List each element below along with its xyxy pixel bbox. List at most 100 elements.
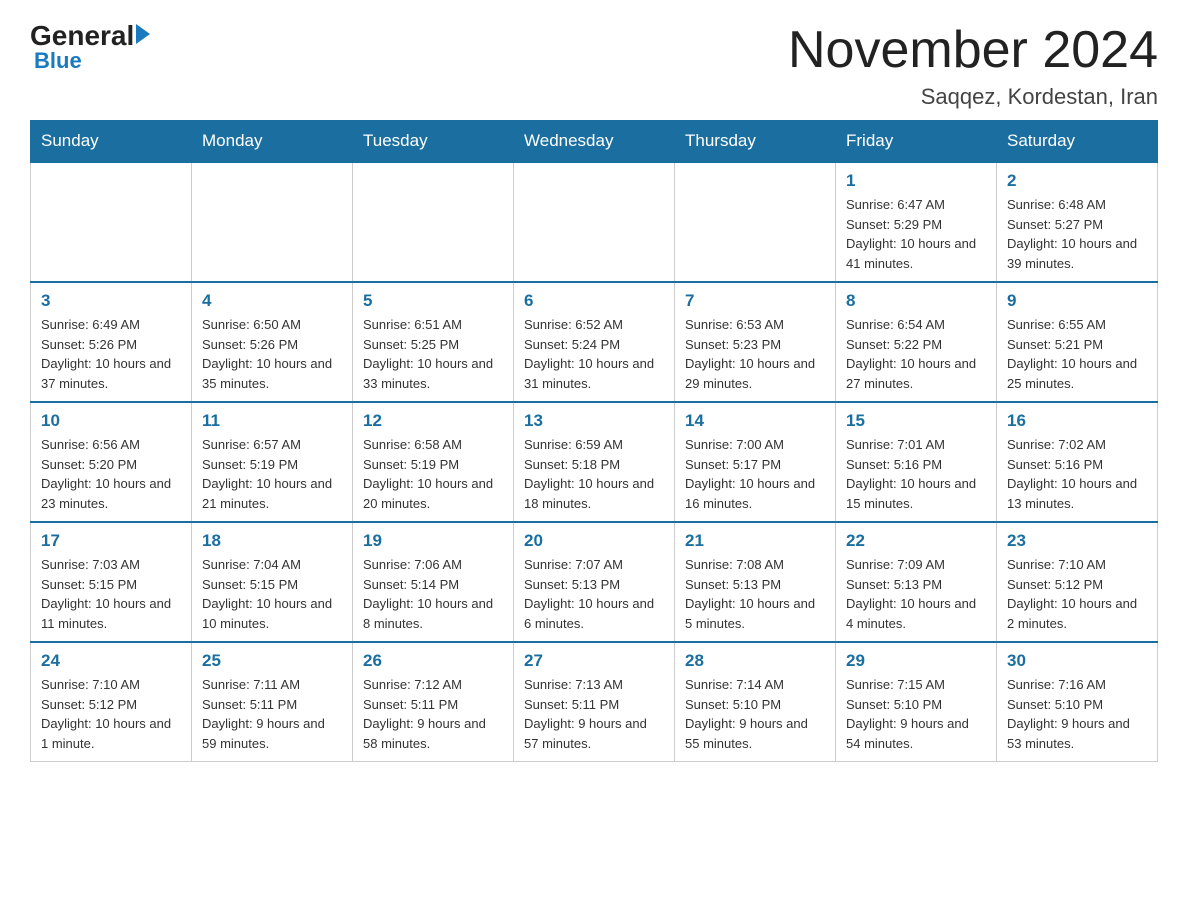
day-number: 4 [202, 291, 342, 311]
day-info: Sunrise: 6:59 AMSunset: 5:18 PMDaylight:… [524, 435, 664, 513]
day-info: Sunrise: 7:01 AMSunset: 5:16 PMDaylight:… [846, 435, 986, 513]
weekday-header-saturday: Saturday [997, 121, 1158, 163]
day-info: Sunrise: 7:07 AMSunset: 5:13 PMDaylight:… [524, 555, 664, 633]
day-info: Sunrise: 6:52 AMSunset: 5:24 PMDaylight:… [524, 315, 664, 393]
day-number: 13 [524, 411, 664, 431]
calendar-cell: 28Sunrise: 7:14 AMSunset: 5:10 PMDayligh… [675, 642, 836, 762]
logo-arrow-icon [136, 24, 150, 44]
day-number: 7 [685, 291, 825, 311]
calendar-cell: 11 Sunrise: 6:57 AMSunset: 5:19 PMDayligh… [192, 402, 353, 522]
day-number: 1 [846, 171, 986, 191]
day-number: 21 [685, 531, 825, 551]
calendar-cell: 25 Sunrise: 7:11 AMSunset: 5:11 PMDayligh… [192, 642, 353, 762]
day-number: 20 [524, 531, 664, 551]
calendar-cell: 12 Sunrise: 6:58 AMSunset: 5:19 PMDayligh… [353, 402, 514, 522]
day-info: Sunrise: 6:49 AMSunset: 5:26 PMDaylight:… [41, 315, 181, 393]
day-number: 5 [363, 291, 503, 311]
week-row-1: 1 Sunrise: 6:47 AMSunset: 5:29 PMDaylight… [31, 162, 1158, 282]
day-info: Sunrise: 7:11 AMSunset: 5:11 PMDaylight:… [202, 675, 342, 753]
calendar-subtitle: Saqqez, Kordestan, Iran [788, 84, 1158, 110]
weekday-header-wednesday: Wednesday [514, 121, 675, 163]
day-number: 29 [846, 651, 986, 671]
day-info: Sunrise: 7:15 AMSunset: 5:10 PMDaylight:… [846, 675, 986, 753]
day-info: Sunrise: 6:50 AMSunset: 5:26 PMDaylight:… [202, 315, 342, 393]
day-info: Sunrise: 7:10 AMSunset: 5:12 PMDaylight:… [41, 675, 181, 753]
day-info: Sunrise: 6:57 AMSunset: 5:19 PMDaylight:… [202, 435, 342, 513]
day-info: Sunrise: 6:53 AMSunset: 5:23 PMDaylight:… [685, 315, 825, 393]
calendar-cell: 6 Sunrise: 6:52 AMSunset: 5:24 PMDaylight… [514, 282, 675, 402]
day-number: 23 [1007, 531, 1147, 551]
calendar-cell: 14 Sunrise: 7:00 AMSunset: 5:17 PMDayligh… [675, 402, 836, 522]
calendar-cell: 7 Sunrise: 6:53 AMSunset: 5:23 PMDaylight… [675, 282, 836, 402]
weekday-header-thursday: Thursday [675, 121, 836, 163]
day-info: Sunrise: 7:00 AMSunset: 5:17 PMDaylight:… [685, 435, 825, 513]
page-header: General Blue November 2024 Saqqez, Korde… [30, 20, 1158, 110]
day-info: Sunrise: 6:47 AMSunset: 5:29 PMDaylight:… [846, 195, 986, 273]
day-number: 18 [202, 531, 342, 551]
calendar-cell: 5Sunrise: 6:51 AMSunset: 5:25 PMDaylight… [353, 282, 514, 402]
calendar-cell: 23 Sunrise: 7:10 AMSunset: 5:12 PMDayligh… [997, 522, 1158, 642]
calendar-cell: 9Sunrise: 6:55 AMSunset: 5:21 PMDaylight… [997, 282, 1158, 402]
calendar-cell: 17Sunrise: 7:03 AMSunset: 5:15 PMDayligh… [31, 522, 192, 642]
day-number: 8 [846, 291, 986, 311]
day-info: Sunrise: 7:02 AMSunset: 5:16 PMDaylight:… [1007, 435, 1147, 513]
calendar-cell: 24 Sunrise: 7:10 AMSunset: 5:12 PMDayligh… [31, 642, 192, 762]
calendar-table: SundayMondayTuesdayWednesdayThursdayFrid… [30, 120, 1158, 762]
day-number: 24 [41, 651, 181, 671]
day-info: Sunrise: 7:16 AMSunset: 5:10 PMDaylight:… [1007, 675, 1147, 753]
day-number: 22 [846, 531, 986, 551]
calendar-cell [514, 162, 675, 282]
day-info: Sunrise: 6:54 AMSunset: 5:22 PMDaylight:… [846, 315, 986, 393]
day-number: 15 [846, 411, 986, 431]
day-number: 6 [524, 291, 664, 311]
logo-blue: Blue [34, 48, 82, 74]
day-number: 26 [363, 651, 503, 671]
calendar-cell: 18 Sunrise: 7:04 AMSunset: 5:15 PMDayligh… [192, 522, 353, 642]
day-number: 11 [202, 411, 342, 431]
calendar-cell: 21 Sunrise: 7:08 AMSunset: 5:13 PMDayligh… [675, 522, 836, 642]
week-row-4: 17Sunrise: 7:03 AMSunset: 5:15 PMDayligh… [31, 522, 1158, 642]
day-info: Sunrise: 7:12 AMSunset: 5:11 PMDaylight:… [363, 675, 503, 753]
calendar-cell: 16 Sunrise: 7:02 AMSunset: 5:16 PMDayligh… [997, 402, 1158, 522]
calendar-cell: 26 Sunrise: 7:12 AMSunset: 5:11 PMDayligh… [353, 642, 514, 762]
week-row-2: 3 Sunrise: 6:49 AMSunset: 5:26 PMDaylight… [31, 282, 1158, 402]
calendar-cell: 4 Sunrise: 6:50 AMSunset: 5:26 PMDaylight… [192, 282, 353, 402]
day-info: Sunrise: 6:55 AMSunset: 5:21 PMDaylight:… [1007, 315, 1147, 393]
day-number: 10 [41, 411, 181, 431]
calendar-cell: 3 Sunrise: 6:49 AMSunset: 5:26 PMDaylight… [31, 282, 192, 402]
title-block: November 2024 Saqqez, Kordestan, Iran [788, 20, 1158, 110]
day-number: 2 [1007, 171, 1147, 191]
calendar-cell: 1 Sunrise: 6:47 AMSunset: 5:29 PMDaylight… [836, 162, 997, 282]
calendar-cell: 30Sunrise: 7:16 AMSunset: 5:10 PMDayligh… [997, 642, 1158, 762]
calendar-cell: 22 Sunrise: 7:09 AMSunset: 5:13 PMDayligh… [836, 522, 997, 642]
calendar-cell: 27Sunrise: 7:13 AMSunset: 5:11 PMDayligh… [514, 642, 675, 762]
day-number: 12 [363, 411, 503, 431]
day-number: 14 [685, 411, 825, 431]
day-info: Sunrise: 6:58 AMSunset: 5:19 PMDaylight:… [363, 435, 503, 513]
day-info: Sunrise: 7:08 AMSunset: 5:13 PMDaylight:… [685, 555, 825, 633]
day-info: Sunrise: 7:06 AMSunset: 5:14 PMDaylight:… [363, 555, 503, 633]
calendar-cell: 13 Sunrise: 6:59 AMSunset: 5:18 PMDayligh… [514, 402, 675, 522]
week-row-5: 24 Sunrise: 7:10 AMSunset: 5:12 PMDayligh… [31, 642, 1158, 762]
day-info: Sunrise: 7:04 AMSunset: 5:15 PMDaylight:… [202, 555, 342, 633]
calendar-cell: 15 Sunrise: 7:01 AMSunset: 5:16 PMDayligh… [836, 402, 997, 522]
calendar-cell [192, 162, 353, 282]
day-info: Sunrise: 7:10 AMSunset: 5:12 PMDaylight:… [1007, 555, 1147, 633]
day-number: 19 [363, 531, 503, 551]
day-number: 27 [524, 651, 664, 671]
calendar-cell: 29 Sunrise: 7:15 AMSunset: 5:10 PMDayligh… [836, 642, 997, 762]
calendar-cell [353, 162, 514, 282]
calendar-cell [675, 162, 836, 282]
day-number: 3 [41, 291, 181, 311]
weekday-header-row: SundayMondayTuesdayWednesdayThursdayFrid… [31, 121, 1158, 163]
day-number: 25 [202, 651, 342, 671]
calendar-cell: 19 Sunrise: 7:06 AMSunset: 5:14 PMDayligh… [353, 522, 514, 642]
day-info: Sunrise: 6:56 AMSunset: 5:20 PMDaylight:… [41, 435, 181, 513]
calendar-cell: 10 Sunrise: 6:56 AMSunset: 5:20 PMDayligh… [31, 402, 192, 522]
calendar-cell: 2 Sunrise: 6:48 AMSunset: 5:27 PMDaylight… [997, 162, 1158, 282]
day-info: Sunrise: 6:48 AMSunset: 5:27 PMDaylight:… [1007, 195, 1147, 273]
calendar-cell [31, 162, 192, 282]
day-info: Sunrise: 7:09 AMSunset: 5:13 PMDaylight:… [846, 555, 986, 633]
day-number: 16 [1007, 411, 1147, 431]
day-number: 28 [685, 651, 825, 671]
